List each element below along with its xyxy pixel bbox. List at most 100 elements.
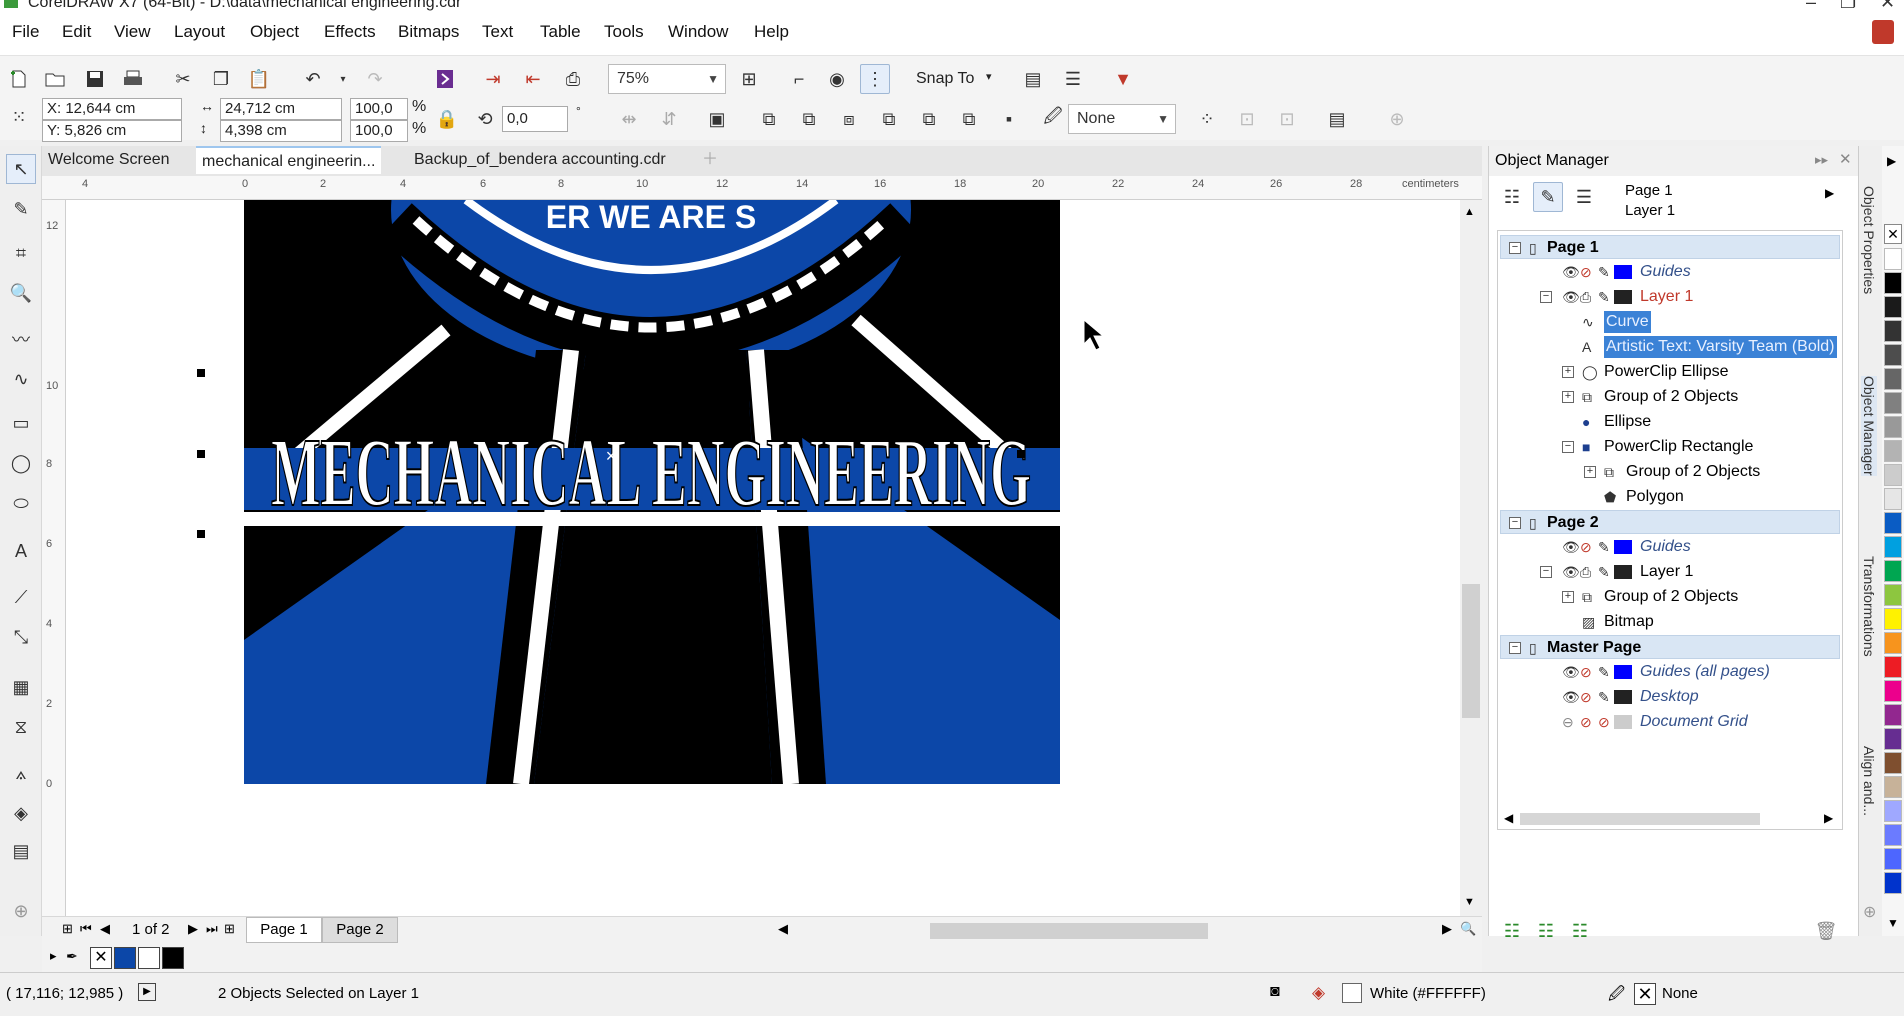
shape-tool-icon[interactable]: ✎: [6, 194, 36, 224]
snap-to-dropdown-arrow-icon[interactable]: ▾: [986, 70, 992, 83]
polygon-tool-icon[interactable]: ⬭: [6, 488, 36, 518]
doc-swatch-white[interactable]: [138, 947, 160, 969]
tab-mechanical-engineering[interactable]: mechanical engineerin...: [196, 146, 382, 174]
menu-text[interactable]: Text: [482, 22, 513, 42]
edit-pencil-icon[interactable]: ✎: [1598, 560, 1610, 584]
tree-page-1[interactable]: − ▯ Page 1: [1500, 235, 1840, 259]
eye-icon[interactable]: 👁: [1562, 685, 1580, 709]
mirror-horizontal-icon[interactable]: ⇹: [614, 104, 644, 134]
palette-swatch[interactable]: [1884, 368, 1902, 390]
align-distribute-icon[interactable]: ⁘: [1192, 104, 1222, 134]
edit-pencil-icon[interactable]: ✎: [1598, 285, 1610, 309]
no-edit-icon[interactable]: ⊘: [1598, 710, 1610, 734]
docker-tab-object-properties[interactable]: Object Properties: [1861, 186, 1877, 294]
docker-tab-object-manager[interactable]: Object Manager: [1861, 376, 1877, 476]
print-icon[interactable]: [118, 64, 148, 94]
palette-no-fill[interactable]: ✕: [1884, 224, 1902, 244]
collapse-icon[interactable]: −: [1509, 242, 1521, 254]
collapse-icon[interactable]: −: [1509, 517, 1521, 529]
new-master-layer-icon[interactable]: ☷: [1531, 916, 1561, 946]
zoom-level-select[interactable]: 75% ▼: [608, 64, 726, 94]
palette-swatch[interactable]: [1884, 872, 1902, 894]
palette-scroll-down-icon[interactable]: ▼: [1887, 916, 1899, 930]
edit-pencil-icon[interactable]: ✎: [1598, 535, 1610, 559]
menu-window[interactable]: Window: [668, 22, 728, 42]
last-page-icon[interactable]: ⏭: [206, 921, 218, 937]
add-docker-icon[interactable]: ⊕: [1863, 902, 1876, 922]
open-folder-icon[interactable]: [40, 64, 70, 94]
new-layer-icon[interactable]: ☷: [1497, 916, 1527, 946]
menu-tools[interactable]: Tools: [604, 22, 644, 42]
add-page-after-icon[interactable]: ⊞: [224, 921, 235, 937]
horizontal-ruler[interactable]: 4 0 2 4 6 8 10 12 14 16 18 20 22 24 26 2…: [42, 176, 1482, 200]
delete-icon[interactable]: 🗑: [1811, 916, 1841, 946]
layer-manager-view-icon[interactable]: ☰: [1569, 182, 1599, 212]
tree-guides[interactable]: 👁 ⊘ ✎ Guides: [1510, 260, 1850, 284]
application-launcher-icon[interactable]: ☰: [1058, 64, 1088, 94]
smart-fill-icon[interactable]: ▤: [6, 836, 36, 866]
position-x-field[interactable]: X: 12,644 cm: [42, 98, 182, 120]
freehand-tool-icon[interactable]: 〰: [6, 324, 36, 354]
expand-icon[interactable]: +: [1562, 591, 1574, 603]
expand-icon[interactable]: +: [1562, 366, 1574, 378]
ellipse-tool-icon[interactable]: ◯: [6, 448, 36, 478]
status-play-icon[interactable]: ▶: [138, 983, 156, 1001]
edit-across-layers-icon[interactable]: ✎: [1533, 182, 1563, 212]
scroll-left-icon[interactable]: ◀: [778, 921, 788, 937]
tab-welcome-screen[interactable]: Welcome Screen: [42, 146, 176, 174]
palette-swatch[interactable]: [1884, 416, 1902, 438]
tab-backup-bendera[interactable]: Backup_of_bendera accounting.cdr: [408, 146, 672, 174]
weld-icon[interactable]: ⧉: [754, 104, 784, 134]
eye-icon[interactable]: 👁: [1562, 560, 1580, 584]
create-boundary-icon[interactable]: ▪: [994, 104, 1024, 134]
palette-swatch[interactable]: [1884, 248, 1902, 270]
mirror-vertical-icon[interactable]: ⇵: [654, 104, 684, 134]
doc-swatch-blue[interactable]: [114, 947, 136, 969]
tree-group[interactable]: + ⧉ Group of 2 Objects: [1510, 385, 1850, 409]
palette-swatch[interactable]: [1884, 344, 1902, 366]
palette-swatch[interactable]: [1884, 584, 1902, 606]
tree-guides-all[interactable]: 👁 ⊘ ✎ Guides (all pages): [1510, 660, 1850, 684]
palette-swatch[interactable]: [1884, 320, 1902, 342]
palette-swatch[interactable]: [1884, 440, 1902, 462]
doc-swatch-black[interactable]: [162, 947, 184, 969]
menu-effects[interactable]: Effects: [324, 22, 376, 42]
prev-page-icon[interactable]: ◀: [100, 921, 110, 937]
palette-swatch[interactable]: [1884, 728, 1902, 750]
palette-swatch[interactable]: [1884, 296, 1902, 318]
cut-icon[interactable]: ✂: [168, 64, 198, 94]
text-wrap-icon[interactable]: ⊡: [1272, 104, 1302, 134]
transparency-tool-icon[interactable]: ⧖: [6, 712, 36, 742]
edit-pencil-icon[interactable]: ✎: [1598, 260, 1610, 284]
collapse-icon[interactable]: −: [1562, 441, 1574, 453]
first-page-icon[interactable]: ⏮: [80, 921, 92, 937]
add-icon[interactable]: ⊕: [1382, 104, 1412, 134]
text-tool-icon[interactable]: A: [6, 536, 36, 566]
group-icon[interactable]: ▣: [702, 104, 732, 134]
palette-swatch[interactable]: [1884, 704, 1902, 726]
scroll-up-icon[interactable]: ▲: [1464, 206, 1475, 218]
no-print-icon[interactable]: ⊘: [1580, 660, 1592, 684]
tree-document-grid[interactable]: ⊖ ⊘ ⊘ Document Grid: [1510, 710, 1850, 734]
drawing-canvas[interactable]: ER WE ARE S MECHANICAL ENGINEERING ×: [66, 200, 1466, 916]
expand-icon[interactable]: +: [1562, 391, 1574, 403]
menu-object[interactable]: Object: [250, 22, 299, 42]
palette-swatch[interactable]: [1884, 800, 1902, 822]
palette-swatch[interactable]: [1884, 464, 1902, 486]
tree-scroll-right-icon[interactable]: ▶: [1824, 811, 1833, 825]
tree-powerclip-rectangle[interactable]: − ■ PowerClip Rectangle: [1510, 435, 1850, 459]
menu-view[interactable]: View: [114, 22, 151, 42]
menu-edit[interactable]: Edit: [62, 22, 91, 42]
tree-guides[interactable]: 👁 ⊘ ✎ Guides: [1510, 535, 1850, 559]
palette-swatch[interactable]: [1884, 560, 1902, 582]
paste-icon[interactable]: 📋: [244, 64, 274, 94]
minimize-icon[interactable]: –: [1806, 0, 1816, 12]
no-print-icon[interactable]: ⊘: [1580, 535, 1592, 559]
palette-swatch[interactable]: [1884, 680, 1902, 702]
docker-tab-align[interactable]: Align and...: [1861, 746, 1877, 816]
rotation-angle-field[interactable]: 0,0: [502, 106, 568, 132]
vertical-scroll-thumb[interactable]: [1462, 584, 1480, 718]
tree-page-2[interactable]: − ▯ Page 2: [1500, 510, 1840, 534]
no-print-icon[interactable]: ⊘: [1580, 260, 1592, 284]
color-proof-icon[interactable]: ◙: [1270, 983, 1280, 1001]
